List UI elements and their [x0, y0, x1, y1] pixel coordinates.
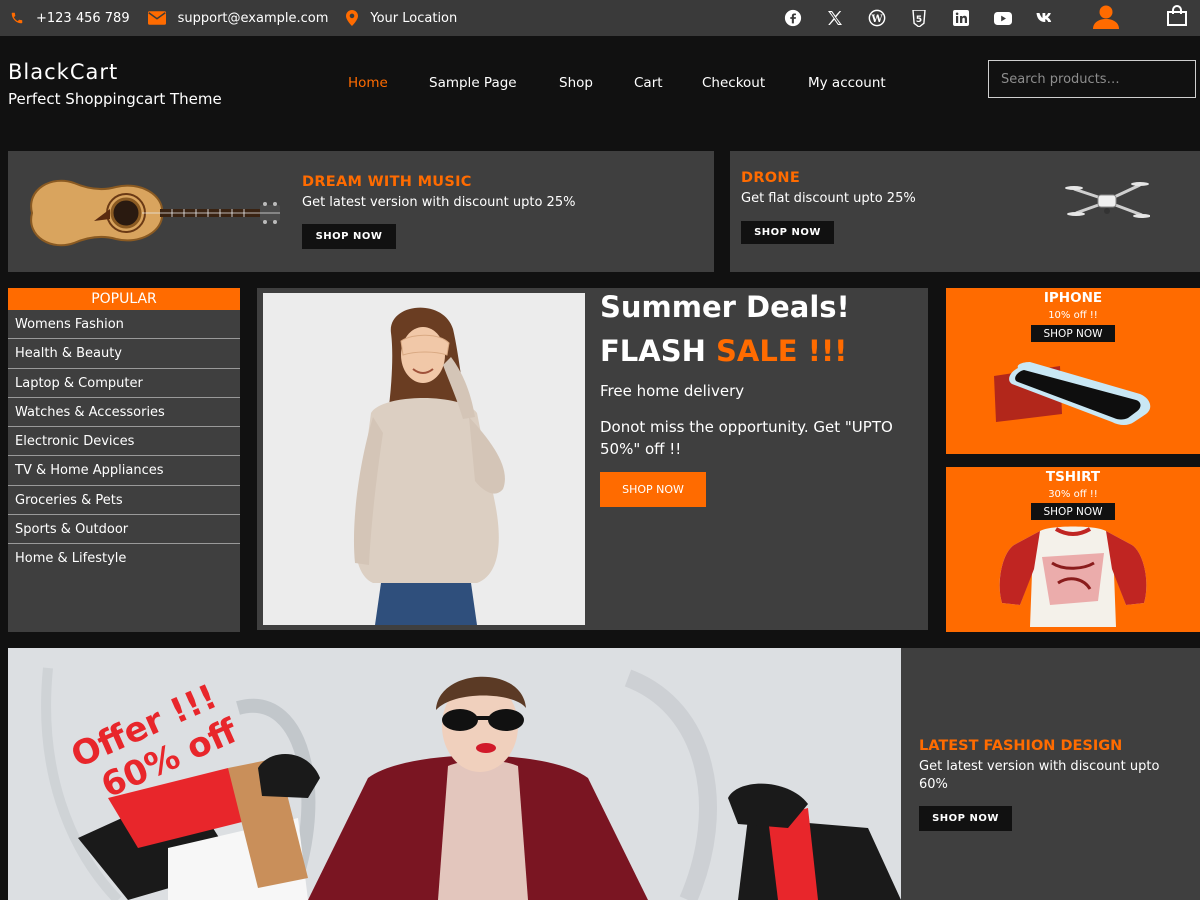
promo-music: DREAM WITH MUSIC Get latest version with…: [8, 151, 714, 272]
nav-sample-page[interactable]: Sample Page: [429, 75, 517, 91]
search-input[interactable]: [988, 60, 1196, 98]
shopping-bag-icon[interactable]: [1166, 5, 1188, 31]
contact-email[interactable]: support@example.com: [147, 10, 329, 26]
tshirt-title: TSHIRT: [1045, 469, 1101, 485]
svg-text:W: W: [870, 14, 883, 25]
sidebar-heading: POPULAR: [8, 288, 240, 310]
sidebar-item-home-lifestyle[interactable]: Home & Lifestyle: [8, 544, 240, 573]
hero-subheading: FLASH SALE !!!: [600, 334, 847, 368]
html5-icon[interactable]: 5: [908, 7, 930, 29]
user-icon[interactable]: [1092, 5, 1120, 33]
iphone-shop-button[interactable]: SHOP NOW: [1031, 325, 1115, 342]
contact-location[interactable]: Your Location: [346, 10, 457, 26]
sidebar-item-tv-home-appliances[interactable]: TV & Home Appliances: [8, 456, 240, 486]
wordpress-icon[interactable]: W: [866, 7, 888, 29]
hero-heading: Summer Deals!: [600, 290, 850, 324]
sidebar-item-laptop-computer[interactable]: Laptop & Computer: [8, 369, 240, 398]
hero-sale-text: SALE !!!: [716, 334, 848, 368]
banner-title: LATEST FASHION DESIGN: [919, 738, 1123, 754]
promo-music-desc: Get latest version with discount upto 25…: [302, 195, 576, 210]
promo-drone-desc: Get flat discount upto 25%: [741, 191, 916, 206]
promo-drone: DRONE Get flat discount upto 25% SHOP NO…: [730, 151, 1200, 272]
iphone-title: IPHONE: [1043, 290, 1103, 306]
phone-text: +123 456 789: [36, 10, 130, 26]
hero-model-image: [263, 293, 585, 625]
facebook-icon[interactable]: [782, 7, 804, 29]
tshirt-image: [994, 523, 1152, 629]
product-card-tshirt: TSHIRT 30% off !! SHOP NOW: [946, 467, 1200, 632]
hero-shop-button[interactable]: SHOP NOW: [600, 472, 706, 507]
tshirt-shop-button[interactable]: SHOP NOW: [1031, 503, 1115, 520]
sidebar-item-electronic-devices[interactable]: Electronic Devices: [8, 427, 240, 457]
email-text: support@example.com: [177, 10, 329, 26]
promo-drone-title: DRONE: [741, 170, 801, 186]
site-tagline: Perfect Shoppingcart Theme: [8, 90, 222, 108]
banner-model-image: Offer !!! 60% off: [8, 648, 901, 900]
banner-desc: Get latest version with discount upto 60…: [919, 759, 1160, 792]
promo-music-title: DREAM WITH MUSIC: [302, 174, 472, 190]
drone-image: [1064, 177, 1151, 223]
vk-icon[interactable]: [1034, 7, 1056, 29]
promo-music-shop-button[interactable]: SHOP NOW: [302, 224, 396, 249]
sidebar-item-watches-accessories[interactable]: Watches & Accessories: [8, 398, 240, 428]
sidebar-item-health-beauty[interactable]: Health & Beauty: [8, 339, 240, 369]
guitar-image: [22, 169, 284, 257]
social-links: W 5: [782, 0, 1076, 36]
promo-drone-shop-button[interactable]: SHOP NOW: [741, 221, 834, 244]
iphone-offer: 10% off !!: [1048, 310, 1098, 321]
youtube-icon[interactable]: [992, 7, 1014, 29]
popular-categories: POPULAR Womens Fashion Health & Beauty L…: [8, 288, 240, 632]
map-pin-icon: [346, 10, 359, 26]
smartphone-image: [990, 360, 1160, 430]
hero-delivery-text: Free home delivery: [600, 382, 745, 400]
hero-offer-text: Donot miss the opportunity. Get "UPTO 50…: [600, 418, 893, 458]
phone-icon: [10, 11, 24, 25]
sidebar-item-womens-fashion[interactable]: Womens Fashion: [8, 310, 240, 340]
nav-shop[interactable]: Shop: [559, 75, 593, 91]
site-title[interactable]: BlackCart: [8, 60, 118, 84]
product-card-iphone: IPHONE 10% off !! SHOP NOW: [946, 288, 1200, 454]
svg-text:5: 5: [916, 15, 922, 25]
fashion-banner: Offer !!! 60% off LATEST FASHION DESIGN …: [8, 648, 1200, 900]
top-bar: +123 456 789 support@example.com Your Lo…: [0, 0, 1200, 36]
nav-my-account[interactable]: My account: [808, 75, 886, 91]
banner-shop-button[interactable]: SHOP NOW: [919, 806, 1012, 831]
sidebar-item-groceries-pets[interactable]: Groceries & Pets: [8, 486, 240, 516]
tshirt-offer: 30% off !!: [1048, 489, 1098, 500]
sidebar-item-sports-outdoor[interactable]: Sports & Outdoor: [8, 515, 240, 545]
location-text: Your Location: [370, 10, 458, 26]
nav-cart[interactable]: Cart: [634, 75, 663, 91]
hero-slider: Summer Deals! FLASH SALE !!! Free home d…: [257, 288, 928, 630]
x-twitter-icon[interactable]: [824, 7, 846, 29]
nav-checkout[interactable]: Checkout: [702, 75, 765, 91]
linkedin-icon[interactable]: [950, 7, 972, 29]
envelope-icon: [147, 11, 166, 25]
hero-flash-text: FLASH: [600, 334, 706, 368]
nav-home[interactable]: Home: [348, 75, 388, 91]
contact-phone[interactable]: +123 456 789: [10, 11, 130, 26]
